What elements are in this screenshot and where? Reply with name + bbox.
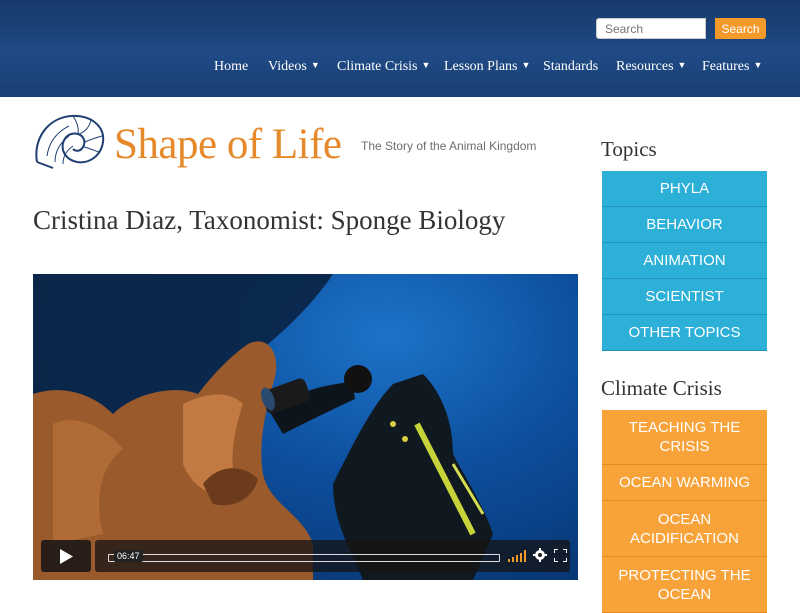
caret-down-icon: ▼	[753, 60, 763, 70]
climate-teaching-the-crisis-button[interactable]: TEACHING THE CRISIS	[602, 410, 767, 465]
site-logo[interactable]: Shape of Life The Story of the Animal Ki…	[33, 112, 537, 172]
nav-standards[interactable]: Standards	[543, 59, 598, 75]
topic-phyla-button[interactable]: PHYLA	[602, 171, 767, 207]
caret-down-icon: ▼	[521, 60, 531, 70]
search-input[interactable]	[596, 18, 706, 39]
climate-protecting-the-ocean-button[interactable]: PROTECTING THE OCEAN	[602, 557, 767, 613]
nav-label: Features	[702, 59, 750, 74]
search-button[interactable]: Search	[715, 18, 766, 39]
video-duration: 06:47	[114, 550, 143, 562]
topic-behavior-button[interactable]: BEHAVIOR	[602, 207, 767, 243]
climate-crisis-heading: Climate Crisis	[601, 376, 722, 400]
climate-button-label: OCEAN WARMING	[618, 474, 751, 491]
fullscreen-icon[interactable]	[554, 549, 567, 562]
topic-other-topics-button[interactable]: OTHER TOPICS	[602, 315, 767, 351]
caret-down-icon: ▼	[421, 60, 431, 70]
volume-icon[interactable]	[508, 550, 526, 562]
climate-button-label: PROTECTING THE OCEAN	[618, 567, 751, 603]
nav-label: Climate Crisis	[337, 59, 418, 74]
nav-label: Videos	[268, 59, 307, 74]
climate-button-label: OCEAN ACIDIFICATION	[630, 510, 739, 547]
nautilus-shell-icon	[35, 114, 105, 169]
video-progress-bar[interactable]: 06:47	[108, 550, 500, 562]
video-frame-image	[33, 274, 493, 580]
play-button[interactable]	[41, 540, 91, 572]
climate-ocean-acidification-button[interactable]: OCEAN ACIDIFICATION	[602, 501, 767, 557]
page-title: Cristina Diaz, Taxonomist: Sponge Biolog…	[33, 205, 506, 235]
nav-videos[interactable]: Videos ▼	[268, 59, 320, 75]
nav-label: Home	[214, 59, 249, 74]
logo-wordmark: Shape of Life	[114, 121, 342, 168]
caret-down-icon: ▼	[677, 60, 687, 70]
nav-label: Standards	[543, 59, 599, 74]
topics-heading: Topics	[601, 137, 657, 161]
nav-climate-crisis[interactable]: Climate Crisis ▼	[337, 59, 430, 75]
control-bar: 06:47	[95, 540, 570, 572]
nav-home[interactable]: Home	[214, 59, 248, 75]
topic-scientist-button[interactable]: SCIENTIST	[602, 279, 767, 315]
video-controls: 06:47	[41, 540, 570, 572]
nav-features[interactable]: Features ▼	[702, 59, 762, 75]
play-icon	[60, 549, 73, 564]
nav-lesson-plans[interactable]: Lesson Plans ▼	[444, 59, 530, 75]
climate-ocean-warming-button[interactable]: OCEAN WARMING	[602, 465, 767, 501]
topic-animation-button[interactable]: ANIMATION	[602, 243, 767, 279]
logo-tagline: The Story of the Animal Kingdom	[361, 139, 537, 153]
site-header: Search Home Videos▼ Climate Crisis▼ Less…	[0, 0, 800, 97]
climate-button-label: TEACHING THE CRISIS	[628, 419, 741, 455]
video-player[interactable]: 06:47	[33, 274, 578, 580]
caret-down-icon: ▼	[310, 60, 320, 70]
nav-label: Resources	[616, 59, 674, 74]
nav-label: Lesson Plans	[444, 59, 518, 74]
nav-resources[interactable]: Resources ▼	[616, 59, 686, 75]
settings-icon[interactable]	[533, 548, 547, 562]
